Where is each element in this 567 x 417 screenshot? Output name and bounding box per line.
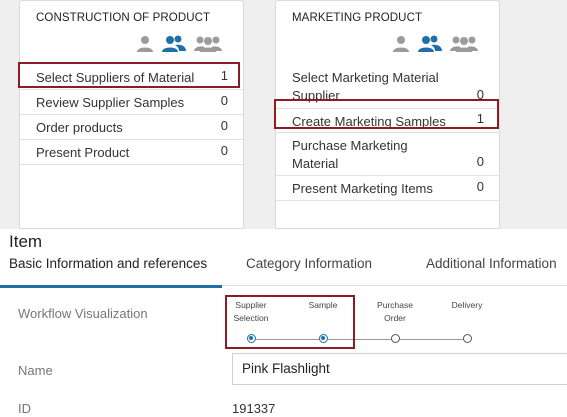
page-title: Item	[9, 232, 43, 251]
task-row[interactable]: Present Product 0	[20, 140, 244, 165]
id-value: 191337	[232, 401, 276, 416]
user-group-icon[interactable]	[418, 35, 442, 52]
workflow-step-label: Delivery	[451, 300, 483, 310]
workflow-step-label: Purchase Order	[377, 300, 413, 323]
card-title: MARKETING PRODUCT	[292, 12, 423, 24]
workflow-step-node[interactable]	[463, 334, 472, 343]
task-row[interactable]: Review Supplier Samples 0	[20, 90, 244, 115]
card-icons	[136, 35, 222, 52]
task-count: 1	[476, 111, 484, 126]
user-group-icon[interactable]	[162, 35, 186, 52]
id-label: ID	[18, 401, 31, 416]
tab-category-information[interactable]: Category Information	[246, 256, 372, 271]
task-row[interactable]: Select Suppliers of Material 1	[20, 65, 244, 90]
card-icons	[392, 35, 478, 52]
workflow-step-node[interactable]	[247, 334, 256, 343]
task-count: 0	[476, 87, 484, 102]
tab-basic-information[interactable]: Basic Information and references	[9, 256, 207, 271]
task-label: Purchase Marketing Material	[292, 138, 408, 171]
dashboard-area: CONSTRUCTION OF PRODUCT Select Suppliers…	[0, 0, 567, 229]
workflow-visualization-label: Workflow Visualization	[18, 306, 148, 321]
task-label: Present Marketing Items	[292, 181, 433, 196]
task-label: Present Product	[36, 145, 130, 160]
all-users-icon[interactable]	[450, 35, 478, 52]
item-form: Item Basic Information and references Ca…	[0, 229, 567, 417]
single-user-icon[interactable]	[392, 35, 410, 52]
task-count: 0	[220, 93, 228, 108]
name-label: Name	[18, 363, 53, 378]
task-list: Select Suppliers of Material 1 Review Su…	[20, 65, 244, 165]
task-label: Review Supplier Samples	[36, 95, 185, 110]
task-label: Order products	[36, 120, 123, 135]
task-count: 1	[220, 68, 228, 83]
workflow-line	[251, 339, 471, 340]
task-label: Create Marketing Samples	[292, 114, 446, 129]
workflow-step-node[interactable]	[391, 334, 400, 343]
task-row[interactable]: Order products 0	[20, 115, 244, 140]
task-row[interactable]: Present Marketing Items 0	[276, 176, 500, 201]
workflow-card-marketing: MARKETING PRODUCT Select Marketing Mater…	[275, 0, 500, 229]
task-list: Select Marketing Material Supplier 0 Cre…	[276, 65, 500, 201]
active-tab-indicator	[0, 285, 222, 288]
task-row[interactable]: Create Marketing Samples 1	[276, 109, 500, 133]
tab-additional-information[interactable]: Additional Information	[426, 256, 557, 271]
workflow-step-node[interactable]	[319, 334, 328, 343]
all-users-icon[interactable]	[194, 35, 222, 52]
workflow-visualization: Supplier Selection Sample Purchase Order D…	[226, 299, 516, 349]
card-title: CONSTRUCTION OF PRODUCT	[36, 12, 211, 24]
single-user-icon[interactable]	[136, 35, 154, 52]
task-count: 0	[220, 143, 228, 158]
workflow-card-construction: CONSTRUCTION OF PRODUCT Select Suppliers…	[19, 0, 244, 229]
workflow-step-label: Sample	[308, 300, 338, 310]
workflow-step-label: Supplier Selection	[233, 300, 269, 323]
task-row[interactable]: Select Marketing Material Supplier 0	[276, 65, 500, 109]
task-row[interactable]: Purchase Marketing Material 0	[276, 133, 500, 176]
task-label: Select Marketing Material Supplier	[292, 70, 439, 103]
name-field[interactable]: Pink Flashlight	[232, 353, 567, 385]
task-label: Select Suppliers of Material	[36, 70, 195, 85]
task-count: 0	[476, 179, 484, 194]
tab-bar: Basic Information and references Categor…	[0, 255, 567, 286]
task-count: 0	[220, 118, 228, 133]
task-count: 0	[476, 154, 484, 169]
